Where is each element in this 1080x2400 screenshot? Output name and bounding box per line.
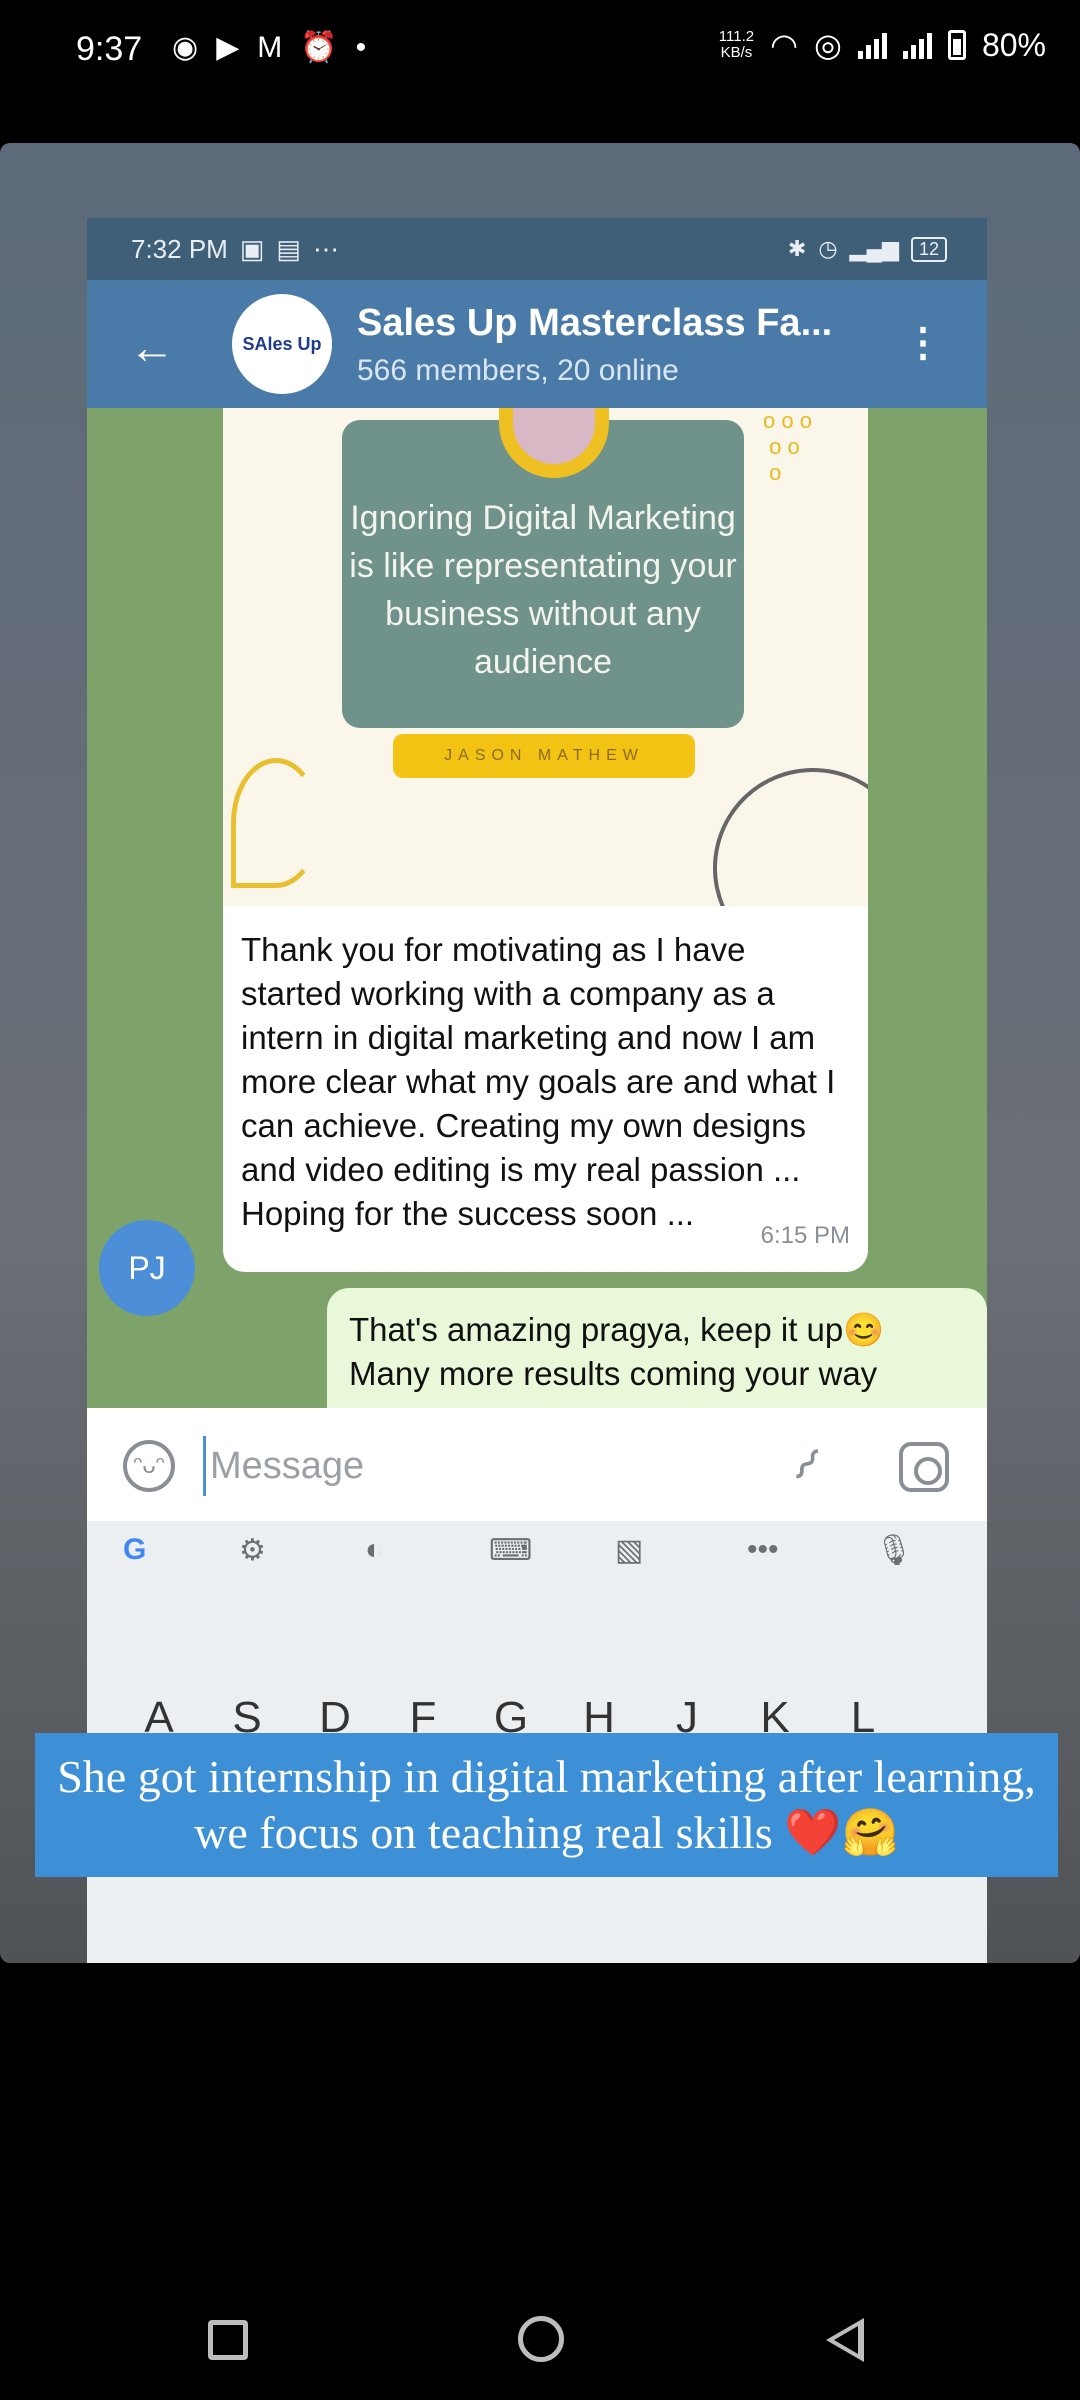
decor-dots: o o o o o o bbox=[763, 408, 812, 485]
video-caption: She got internship in digital marketing … bbox=[35, 1733, 1058, 1877]
wifi-icon: ◠ bbox=[770, 27, 799, 63]
inner-status-bar: 7:32 PM ▣ ▤ ⋯ ✱ ◷ ▂▄▆ 12 bbox=[87, 218, 987, 280]
back-arrow-icon[interactable]: ← bbox=[129, 320, 175, 374]
status-bar: 9:37 ◉ ▶ M ⏰ • 111.2 KB/s ◠ ◎ 80% bbox=[0, 0, 1080, 100]
chat-subtitle: 566 members, 20 online bbox=[357, 354, 679, 387]
inner-battery: 12 bbox=[910, 236, 947, 262]
hotspot-icon: ◎ bbox=[814, 27, 842, 63]
keyboard-icon[interactable]: ⌨ bbox=[489, 1533, 532, 1568]
emoji-icon[interactable]: ᵔᴗᵔ bbox=[123, 1440, 175, 1492]
gmail-icon: M bbox=[257, 30, 283, 64]
navigation-bar bbox=[0, 2290, 1080, 2400]
bluetooth-icon: ✱ bbox=[787, 236, 807, 261]
chat-icon: ▤ bbox=[276, 233, 301, 264]
video-frame: 7:32 PM ▣ ▤ ⋯ ✱ ◷ ▂▄▆ 12 ← SAles Up Sale… bbox=[0, 143, 1080, 1963]
decor-arcs bbox=[713, 768, 868, 906]
quote-author: JASON MATHEW bbox=[393, 734, 695, 778]
back-icon[interactable] bbox=[826, 2318, 864, 2362]
alarm-icon: ◷ bbox=[818, 236, 838, 261]
more-icon[interactable]: ••• bbox=[747, 1533, 779, 1567]
group-avatar[interactable]: SAles Up bbox=[232, 294, 332, 394]
clock: 9:37 bbox=[76, 30, 143, 68]
keyboard-toolbar: G ⚙ ◐ ⌨ ▧ ••• 🎙 bbox=[87, 1521, 987, 1581]
incoming-message[interactable]: Thank you for motivating as I have start… bbox=[223, 906, 868, 1272]
compass-icon: ◉ bbox=[172, 31, 199, 64]
image-message[interactable]: o o o o o o Ignoring Digital Marketing i… bbox=[223, 408, 868, 906]
clipboard-icon[interactable]: ▧ bbox=[615, 1533, 643, 1568]
google-icon[interactable]: G bbox=[123, 1533, 146, 1567]
incoming-message-text: Thank you for motivating as I have start… bbox=[241, 931, 836, 1232]
outgoing-message-text: That's amazing pragya, keep it up😊 Many … bbox=[349, 1311, 885, 1392]
signal-icon: ▂▄▆ bbox=[849, 236, 899, 261]
system-icons: 111.2 KB/s ◠ ◎ 80% bbox=[719, 26, 1046, 64]
overflow-icon: ⋯ bbox=[312, 233, 339, 264]
youtube-icon: ▶ bbox=[216, 31, 240, 64]
sender-avatar[interactable]: PJ bbox=[99, 1220, 195, 1316]
palette-icon[interactable]: ◐ bbox=[365, 1533, 383, 1567]
signal-icon bbox=[902, 31, 932, 59]
inner-clock: 7:32 PM bbox=[131, 233, 228, 264]
decor-curl bbox=[231, 758, 321, 888]
home-icon[interactable] bbox=[518, 2316, 564, 2362]
message-time: 6:15 PM bbox=[760, 1222, 850, 1249]
dot-icon: • bbox=[355, 30, 367, 64]
settings-icon[interactable]: ⚙ bbox=[239, 1533, 266, 1568]
recent-apps-icon[interactable] bbox=[208, 2320, 248, 2360]
camera-icon[interactable] bbox=[899, 1442, 949, 1492]
telegram-screenshot: 7:32 PM ▣ ▤ ⋯ ✱ ◷ ▂▄▆ 12 ← SAles Up Sale… bbox=[87, 218, 987, 1963]
battery-level: 80% bbox=[981, 26, 1046, 63]
net-speed: 111.2 KB/s bbox=[718, 28, 755, 61]
more-menu-icon[interactable]: ⋮ bbox=[903, 320, 943, 366]
outgoing-message[interactable]: That's amazing pragya, keep it up😊 Many … bbox=[327, 1288, 987, 1428]
message-input[interactable] bbox=[203, 1436, 763, 1496]
alarm-icon: ⏰ bbox=[300, 31, 338, 64]
chat-header: ← SAles Up Sales Up Masterclass Fa... 56… bbox=[87, 280, 987, 408]
notification-icons: ◉ ▶ M ⏰ • bbox=[172, 30, 366, 65]
attach-icon[interactable]: ⌇ bbox=[781, 1439, 830, 1492]
signal-icon bbox=[857, 31, 887, 59]
message-composer: ᵔᴗᵔ ⌇ bbox=[87, 1408, 987, 1521]
battery-icon bbox=[947, 30, 966, 60]
mic-icon[interactable]: 🎙 bbox=[875, 1533, 913, 1568]
chat-title[interactable]: Sales Up Masterclass Fa... bbox=[357, 302, 832, 345]
message-icon: ▣ bbox=[239, 233, 265, 264]
